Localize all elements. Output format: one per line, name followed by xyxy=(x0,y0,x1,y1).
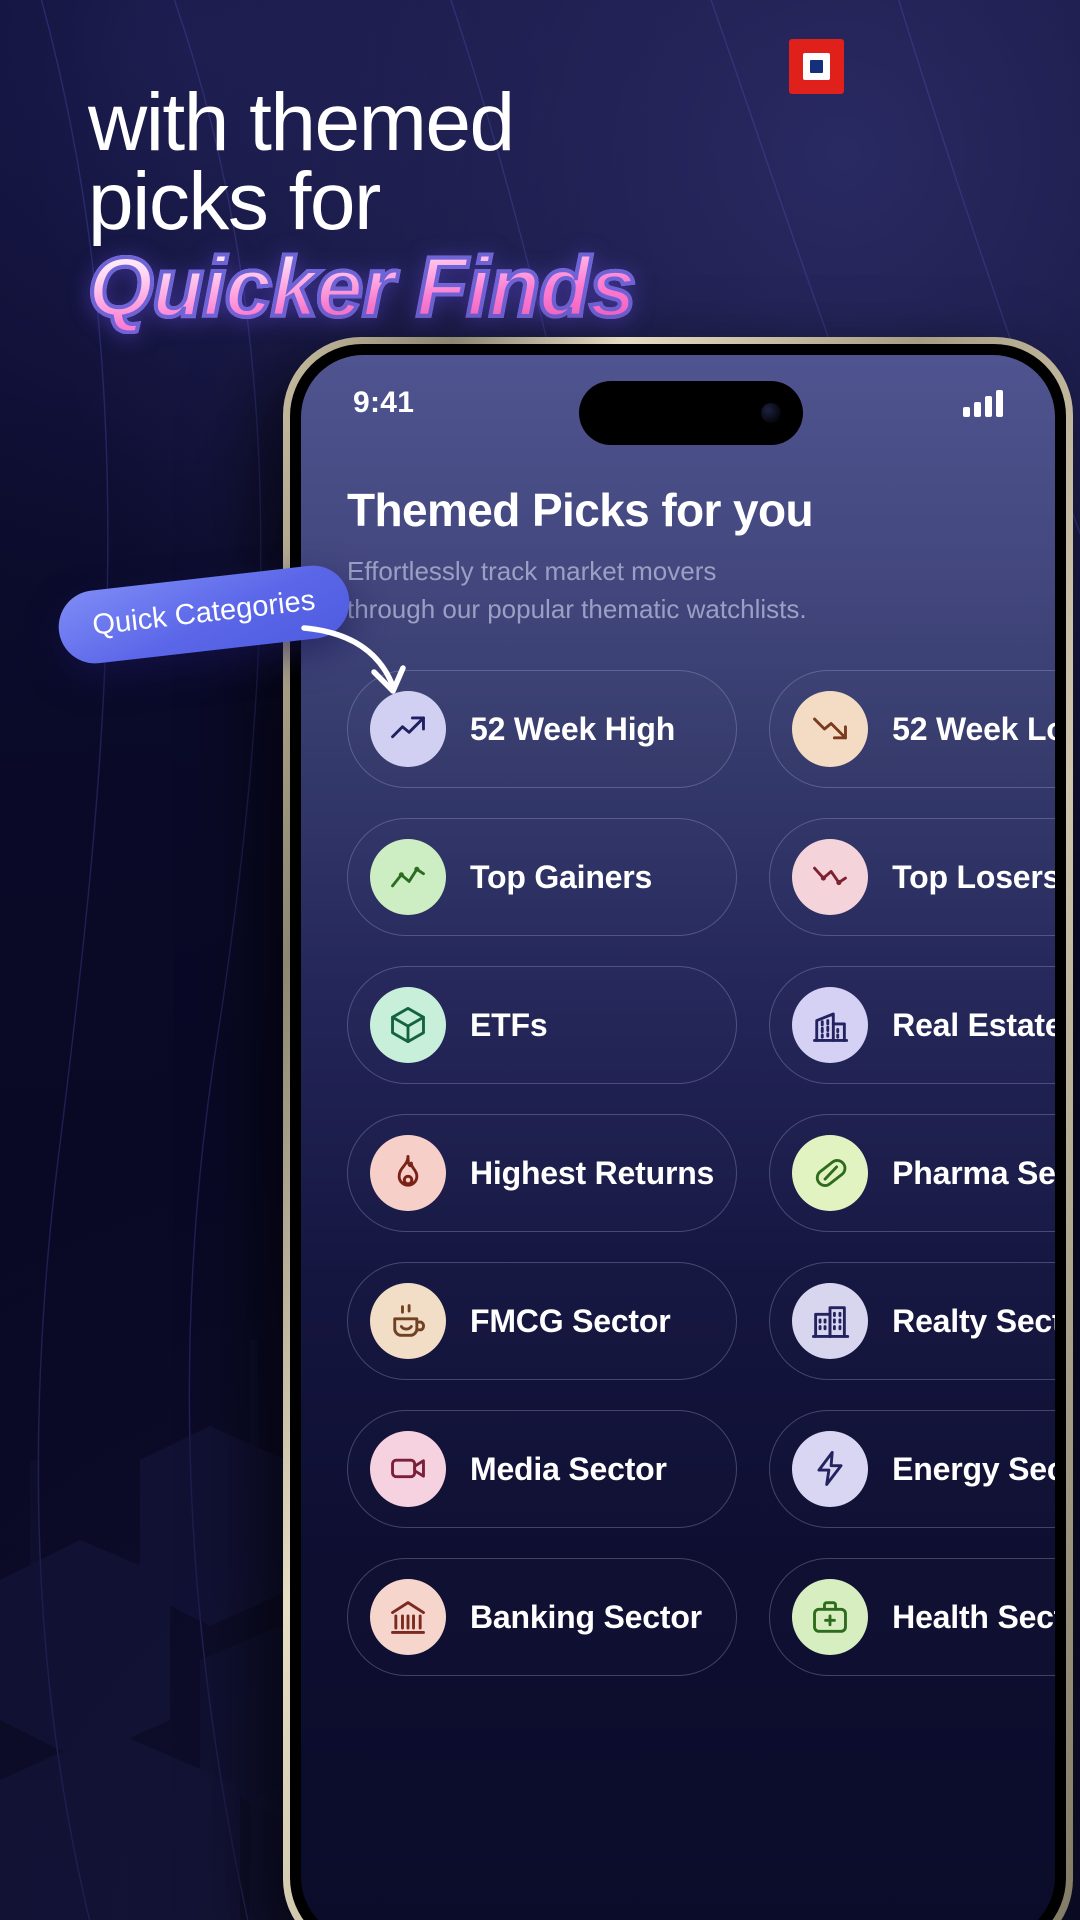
category-card[interactable]: Pharma Sector xyxy=(769,1114,1055,1233)
category-card[interactable]: Top Losers xyxy=(769,818,1055,937)
category-card[interactable]: Top Gainers xyxy=(347,818,738,937)
page-subtitle-line-1: Effortlessly track market movers xyxy=(347,556,717,586)
category-label: Energy Sector xyxy=(892,1450,1055,1487)
headline-line-1: with themed xyxy=(88,77,515,168)
category-card[interactable]: Health Sector xyxy=(769,1558,1055,1677)
line-chart-down-icon xyxy=(792,839,869,916)
status-bar-time: 9:41 xyxy=(353,386,415,419)
category-card[interactable]: 52 Week Low xyxy=(769,670,1055,789)
phone-bezel: 9:41 Themed Picks for you Effortlessly t… xyxy=(290,344,1066,1920)
medical-kit-icon xyxy=(792,1579,869,1656)
category-label: Real Estate xyxy=(892,1006,1055,1043)
category-label: Media Sector xyxy=(470,1450,667,1487)
category-grid: 52 Week High 52 Week Low Top Gainers Top Lo… xyxy=(347,670,1055,1677)
trend-down-arrow-icon xyxy=(792,691,869,768)
pill-capsule-icon xyxy=(792,1135,869,1212)
category-label: Top Losers xyxy=(892,858,1055,895)
office-building-icon xyxy=(792,987,869,1064)
cube-3d-icon xyxy=(370,987,446,1064)
page-title: Themed Picks for you xyxy=(347,484,814,536)
category-card[interactable]: Energy Sector xyxy=(769,1410,1055,1529)
category-card[interactable]: Real Estate xyxy=(769,966,1055,1085)
logo-core-square xyxy=(810,60,823,73)
headline-line-2: picks for xyxy=(88,155,381,247)
category-label: Banking Sector xyxy=(470,1598,702,1635)
category-card[interactable]: Realty Sector xyxy=(769,1262,1055,1381)
category-label: 52 Week Low xyxy=(892,710,1055,747)
category-card[interactable]: ETFs xyxy=(347,966,738,1085)
category-label: ETFs xyxy=(470,1006,548,1043)
curved-arrow-icon xyxy=(301,625,406,694)
category-label: Top Gainers xyxy=(470,858,653,895)
video-camera-icon xyxy=(370,1431,446,1508)
category-card[interactable]: Media Sector xyxy=(347,1410,738,1529)
dynamic-island xyxy=(579,381,803,445)
flame-icon xyxy=(370,1135,446,1212)
line-chart-up-icon xyxy=(370,839,446,916)
city-buildings-icon xyxy=(792,1283,869,1360)
headline: with themed picks for Quicker Finds xyxy=(86,77,848,335)
category-label: Health Sector xyxy=(892,1598,1055,1635)
category-label: Pharma Sector xyxy=(892,1154,1055,1191)
category-label: Realty Sector xyxy=(892,1302,1055,1339)
cellular-signal-icon xyxy=(963,389,1003,417)
coffee-cup-icon xyxy=(370,1283,446,1360)
category-card[interactable]: Banking Sector xyxy=(347,1558,738,1677)
category-label: FMCG Sector xyxy=(470,1302,671,1339)
bank-building-icon xyxy=(370,1579,446,1656)
phone-mockup: 9:41 Themed Picks for you Effortlessly t… xyxy=(283,337,1073,1920)
logo-inner-square xyxy=(803,53,830,80)
front-camera-icon xyxy=(761,403,781,423)
category-label: Highest Returns xyxy=(470,1154,715,1191)
category-label: 52 Week High xyxy=(470,710,676,747)
category-card[interactable]: Highest Returns xyxy=(347,1114,738,1233)
lightning-bolt-icon xyxy=(792,1431,869,1508)
category-card[interactable]: FMCG Sector xyxy=(347,1262,738,1381)
headline-accent: Quicker Finds xyxy=(86,240,638,335)
